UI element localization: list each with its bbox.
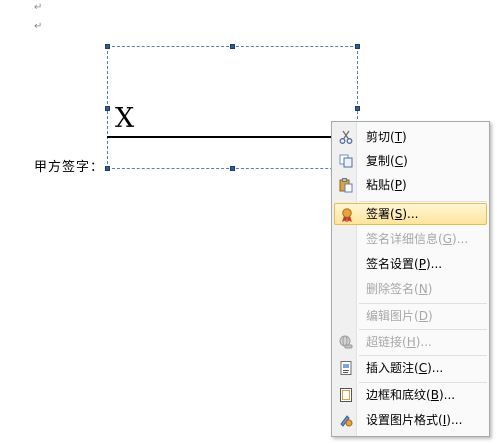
menu-separator: [359, 303, 487, 304]
menu-item-signature-setup[interactable]: 签名设置(P)...: [334, 253, 487, 275]
paragraph-mark: ↵: [34, 21, 43, 32]
menu-item-remove-signature[interactable]: 删除签名(N): [334, 278, 487, 300]
menu-item-sign[interactable]: 签署(S)...: [334, 203, 487, 225]
resize-handle-middle-right[interactable]: [355, 106, 360, 111]
menu-item-hyperlink[interactable]: 超链接(H)...: [334, 331, 487, 353]
page-border-icon: [338, 387, 354, 403]
paragraph-mark: ↵: [34, 2, 43, 13]
resize-handle-bottom-center[interactable]: [230, 166, 235, 171]
menu-separator: [359, 382, 487, 383]
menu-item-cut[interactable]: 剪切(T): [334, 126, 487, 148]
menu-item-insert-caption[interactable]: 插入题注(C)...: [334, 357, 487, 379]
resize-handle-top-right[interactable]: [355, 44, 360, 49]
resize-handle-bottom-left[interactable]: [105, 166, 110, 171]
resize-handle-top-center[interactable]: [230, 44, 235, 49]
menu-separator: [359, 329, 487, 330]
resize-handle-top-left[interactable]: [105, 44, 110, 49]
signature-line: [107, 136, 333, 138]
signer-label: 甲方签字：: [34, 160, 105, 175]
paste-icon: [338, 177, 354, 193]
format-picture-icon: [338, 412, 354, 428]
menu-item-format-picture[interactable]: 设置图片格式(I)...: [334, 409, 487, 431]
globe-icon: [338, 334, 354, 350]
context-menu: 剪切(T) 复制(C) 粘贴(P) 签署(S)... 签名详细信息(G)... …: [331, 121, 490, 437]
signature-ribbon-icon: [339, 207, 355, 223]
menu-item-copy[interactable]: 复制(C): [334, 150, 487, 172]
menu-item-signature-details[interactable]: 签名详细信息(G)...: [334, 228, 487, 250]
signature-x-mark: X: [115, 103, 135, 134]
menu-separator: [359, 201, 487, 202]
caption-icon: [338, 360, 354, 376]
resize-handle-middle-left[interactable]: [105, 106, 110, 111]
copy-icon: [338, 153, 354, 169]
menu-item-paste[interactable]: 粘贴(P): [334, 174, 487, 196]
signature-line-frame[interactable]: [107, 46, 358, 169]
menu-item-edit-picture[interactable]: 编辑图片(D): [334, 305, 487, 327]
menu-item-borders-shading[interactable]: 边框和底纹(B)...: [334, 384, 487, 406]
scissors-icon: [338, 129, 354, 145]
menu-separator: [359, 355, 487, 356]
